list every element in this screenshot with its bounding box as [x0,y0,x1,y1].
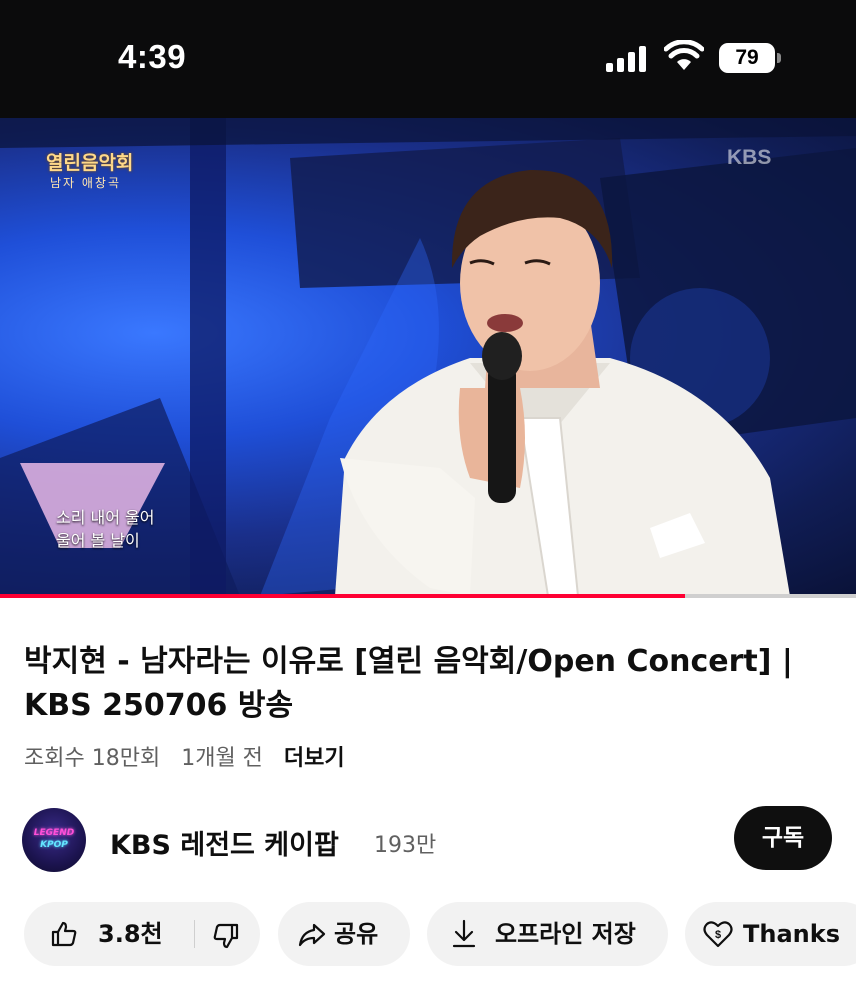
subscribe-button[interactable]: 구독 [734,806,832,870]
wifi-icon [664,40,704,70]
action-bar: 3.8천 공유 오프라인 저장 $ Thanks [0,902,856,966]
video-progress-fill [0,594,685,598]
view-count: 조회수 18만회 [24,746,161,771]
video-meta[interactable]: 조회수 18만회 1개월 전 더보기 [24,740,359,772]
avatar-logo-text: LEGEND [33,828,75,838]
battery-level: 79 [735,46,759,69]
channel-avatar[interactable]: LEGEND KPOP [22,808,86,872]
status-bar: 4:39 79 [0,0,856,118]
download-icon [452,919,476,948]
like-dislike-pill: 3.8천 [24,902,260,966]
show-subtitle: 남자 애창곡 [50,176,122,190]
download-label: 오프라인 저장 [495,920,636,948]
video-player[interactable]: 열린음악회 남자 애창곡 KBS 소리 내어 울어 울어 볼 날이 [0,118,856,596]
more-link[interactable]: 더보기 [284,746,345,771]
avatar-logo-text: KPOP [40,840,68,850]
video-progress-bar[interactable] [0,594,856,598]
like-icon[interactable] [50,920,78,948]
broadcaster-watermark: KBS [727,146,772,169]
subscriber-count: 193만 [374,833,437,858]
pill-divider [194,920,195,948]
status-time: 4:39 [118,38,187,75]
video-title[interactable]: 박지현 - 남자라는 이유로 [열린 음악회/Open Concert] | K… [24,640,824,728]
thanks-heart-icon: $ [703,921,733,948]
dislike-icon[interactable] [212,922,240,950]
lyric-line: 울어 볼 날이 [56,531,140,550]
download-button[interactable]: 오프라인 저장 [427,902,668,966]
upload-age: 1개월 전 [181,746,263,771]
battery-icon: 79 [719,43,781,73]
like-count[interactable]: 3.8천 [98,902,163,966]
share-button[interactable]: 공유 [278,902,410,966]
thanks-label: Thanks [743,920,840,948]
show-logo: 열린음악회 [46,152,134,174]
lyric-line: 소리 내어 울어 [56,508,155,527]
channel-name[interactable]: KBS 레전드 케이팝 [110,823,339,862]
share-icon [298,923,326,947]
battery-nub [777,53,781,63]
channel-row: LEGEND KPOP KBS 레전드 케이팝 193만 구독 [0,806,856,872]
signal-icon [606,46,646,72]
svg-text:$: $ [715,929,721,941]
thanks-button[interactable]: $ Thanks [685,902,856,966]
share-label: 공유 [334,920,379,948]
